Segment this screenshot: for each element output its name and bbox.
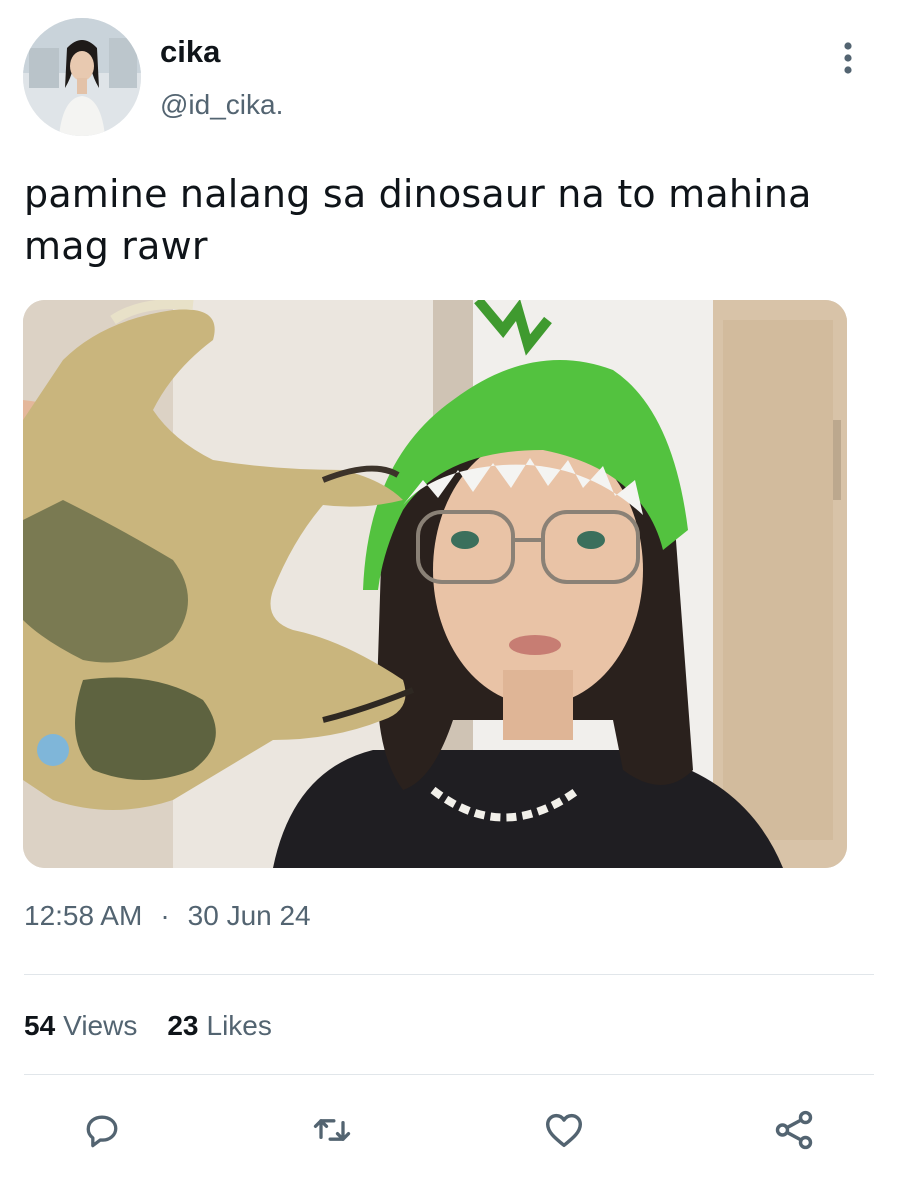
share-button[interactable] bbox=[770, 1106, 818, 1154]
likes-label: Likes bbox=[206, 1010, 272, 1041]
tweet-actions bbox=[0, 1100, 897, 1160]
retweet-icon bbox=[313, 1119, 351, 1141]
user-handle[interactable]: @id_cika. bbox=[160, 88, 283, 122]
retweet-button[interactable] bbox=[308, 1106, 356, 1154]
more-options-button[interactable] bbox=[830, 38, 866, 78]
heart-icon bbox=[545, 1113, 583, 1148]
reply-icon bbox=[86, 1115, 118, 1148]
views-stat[interactable]: 54 Views bbox=[24, 1008, 137, 1044]
tweet-header: cika @id_cika. bbox=[0, 0, 897, 150]
views-count: 54 bbox=[24, 1010, 56, 1041]
photo-image bbox=[23, 300, 847, 868]
likes-count: 23 bbox=[167, 1010, 199, 1041]
tweet-date: 30 Jun 24 bbox=[187, 900, 311, 931]
share-icon bbox=[775, 1110, 813, 1150]
more-vertical-icon bbox=[844, 42, 852, 74]
views-label: Views bbox=[63, 1010, 138, 1041]
tweet-time: 12:58 AM bbox=[24, 900, 143, 931]
bottom-edge bbox=[0, 1190, 897, 1200]
reply-button[interactable] bbox=[78, 1106, 126, 1154]
tweet-photo[interactable] bbox=[23, 300, 847, 868]
separator-dot: · bbox=[160, 900, 170, 931]
tweet-stats: 54 Views 23 Likes bbox=[24, 1008, 302, 1044]
tweet-text: pamine nalang sa dinosaur na to mahina m… bbox=[24, 172, 812, 268]
like-button[interactable] bbox=[540, 1106, 588, 1154]
display-name[interactable]: cika bbox=[160, 34, 220, 70]
avatar-image bbox=[23, 18, 141, 136]
tweet-detail-page: cika @id_cika. pamine nalang sa dinosaur… bbox=[0, 0, 897, 1200]
avatar[interactable] bbox=[23, 18, 141, 136]
likes-stat[interactable]: 23 Likes bbox=[167, 1008, 272, 1044]
divider bbox=[24, 974, 874, 975]
tweet-timestamp[interactable]: 12:58 AM · 30 Jun 24 bbox=[24, 898, 311, 934]
divider bbox=[24, 1074, 874, 1075]
